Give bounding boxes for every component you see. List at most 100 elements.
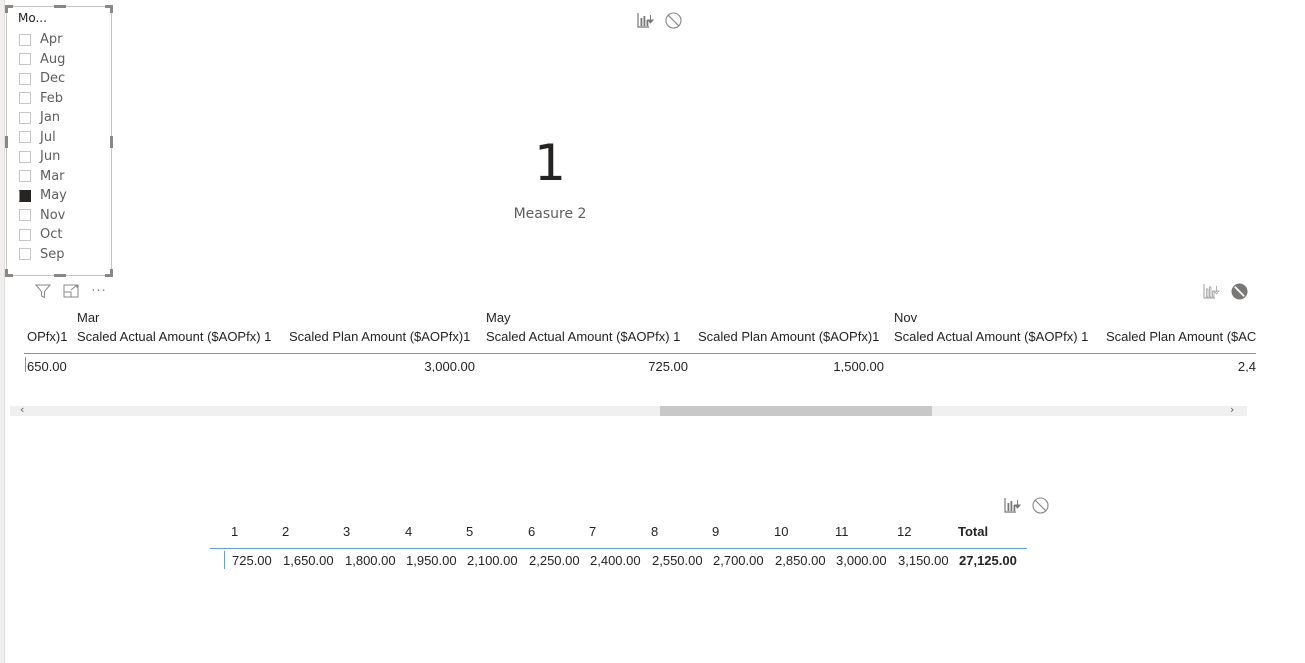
no-filter-icon[interactable] [664,11,682,29]
table-cell: 3,000.00 [424,359,475,372]
resize-handle-right[interactable] [110,136,113,148]
slicer-item-label: Jul [40,129,56,145]
checkbox[interactable] [19,72,31,85]
matrix-month-amounts[interactable]: Mar May Nov OPfx)1 Scaled Actual Amount … [12,308,1256,372]
slicer-item-may[interactable]: May [19,186,67,206]
table-cell: 3,150.00 [898,553,949,568]
table-cell: 2,100.00 [467,553,518,568]
column-header[interactable]: Scaled Plan Amount ($AC [1106,329,1256,344]
checkbox[interactable] [19,53,31,66]
filter-applied-icon[interactable] [1230,282,1248,300]
slicer-item-label: Feb [40,90,64,106]
column-header[interactable]: 5 [466,524,473,539]
slicer-list: Apr Aug Dec Feb Jan Jul Jun Mar May Nov … [19,30,67,264]
card-header-icons [636,11,682,29]
slicer-item-label: Dec [40,71,66,87]
filter-icon[interactable] [34,283,52,299]
column-header[interactable]: 1 [231,524,238,539]
checkbox[interactable] [19,92,31,105]
more-options-icon[interactable]: ··· [90,283,108,299]
slicer-item-sep[interactable]: Sep [19,245,67,265]
table-cell: 725.00 [232,553,272,568]
slicer-item-apr[interactable]: Apr [19,30,67,50]
checkbox[interactable] [19,228,31,241]
column-header[interactable]: 4 [405,524,412,539]
column-header[interactable]: 2 [282,524,289,539]
total-cell: 27,125.00 [959,553,1017,568]
checkbox[interactable] [19,170,31,183]
slicer-item-label: Jan [40,110,61,126]
column-header[interactable]: Scaled Plan Amount ($AOPfx)1 [698,329,879,344]
column-group-header[interactable]: Nov [894,310,917,325]
column-header[interactable]: 3 [343,524,350,539]
checkbox[interactable] [19,248,31,261]
column-header[interactable]: 10 [774,524,788,539]
column-header[interactable]: OPfx)1 [27,329,67,344]
matrix1-header-icons [1202,282,1248,300]
table-cell: 2,250.00 [529,553,580,568]
table-cell: 725.00 [648,359,688,372]
scrollbar-thumb[interactable] [660,406,932,416]
no-filter-icon[interactable] [1031,496,1049,514]
column-header[interactable]: Scaled Actual Amount ($AOPfx) 1 [77,329,271,344]
drill-chart-icon[interactable] [1003,496,1021,514]
column-header[interactable]: Scaled Actual Amount ($AOPfx) 1 [486,329,680,344]
column-header[interactable]: 7 [589,524,596,539]
cell-cursor [224,551,225,569]
checkbox[interactable] [19,150,31,163]
checkbox[interactable] [19,209,31,222]
slicer-item-nov[interactable]: Nov [19,206,67,226]
column-group-header[interactable]: Mar [77,310,99,325]
total-column-header[interactable]: Total [958,524,988,539]
slicer-item-jul[interactable]: Jul [19,128,67,148]
column-header[interactable]: 12 [897,524,911,539]
checkbox[interactable] [19,131,31,144]
scroll-right-arrow[interactable]: › [1230,403,1234,416]
column-header[interactable]: 6 [528,524,535,539]
resize-handle-top[interactable] [54,5,66,8]
slicer-item-jan[interactable]: Jan [19,108,67,128]
month-slicer[interactable]: Mo... Apr Aug Dec Feb Jan Jul Jun Mar Ma… [5,5,113,277]
table-cell: 1,500.00 [833,359,884,372]
column-group-header[interactable]: May [486,310,511,325]
column-header[interactable]: 9 [712,524,719,539]
column-header[interactable]: Scaled Plan Amount ($AOPfx)1 [289,329,470,344]
checkbox[interactable] [19,111,31,124]
slicer-item-label: Jun [40,149,61,165]
resize-handle-bottom[interactable] [54,274,66,277]
slicer-item-mar[interactable]: Mar [19,167,67,187]
scroll-left-arrow[interactable]: ‹ [20,403,24,416]
drill-chart-icon[interactable] [1202,282,1220,300]
slicer-item-label: Apr [40,32,63,48]
slicer-item-label: May [40,188,67,204]
table-cell: 2,550.00 [652,553,703,568]
table-cell: 2,400.00 [590,553,641,568]
slicer-title: Mo... [18,11,47,25]
column-header[interactable]: Scaled Actual Amount ($AOPfx) 1 [894,329,1088,344]
slicer-toolbar: ··· [34,283,108,299]
resize-handle-top-right[interactable] [110,5,113,13]
cell-cursor [25,357,26,372]
slicer-item-jun[interactable]: Jun [19,147,67,167]
slicer-item-aug[interactable]: Aug [19,50,67,70]
horizontal-scrollbar[interactable]: ‹ › [10,403,1247,416]
card-label: Measure 2 [513,206,587,222]
checkbox[interactable] [19,33,31,46]
drill-chart-icon[interactable] [636,11,654,29]
column-header[interactable]: 11 [835,524,849,539]
resize-handle-left[interactable] [5,136,8,148]
checkbox-checked[interactable] [19,189,31,202]
table-cell: 2,4 [1237,359,1256,372]
resize-handle-bottom-right[interactable] [110,269,113,277]
matrix2-header-icons [1003,496,1049,514]
resize-handle-top-left[interactable] [5,5,8,13]
header-divider [210,548,1027,549]
slicer-item-feb[interactable]: Feb [19,89,67,109]
canvas-left-edge [0,0,5,663]
focus-mode-icon[interactable] [62,283,80,299]
table-cell: 1,650.00 [283,553,334,568]
column-header[interactable]: 8 [651,524,658,539]
slicer-item-dec[interactable]: Dec [19,69,67,89]
resize-handle-bottom-left[interactable] [5,269,8,277]
slicer-item-oct[interactable]: Oct [19,225,67,245]
